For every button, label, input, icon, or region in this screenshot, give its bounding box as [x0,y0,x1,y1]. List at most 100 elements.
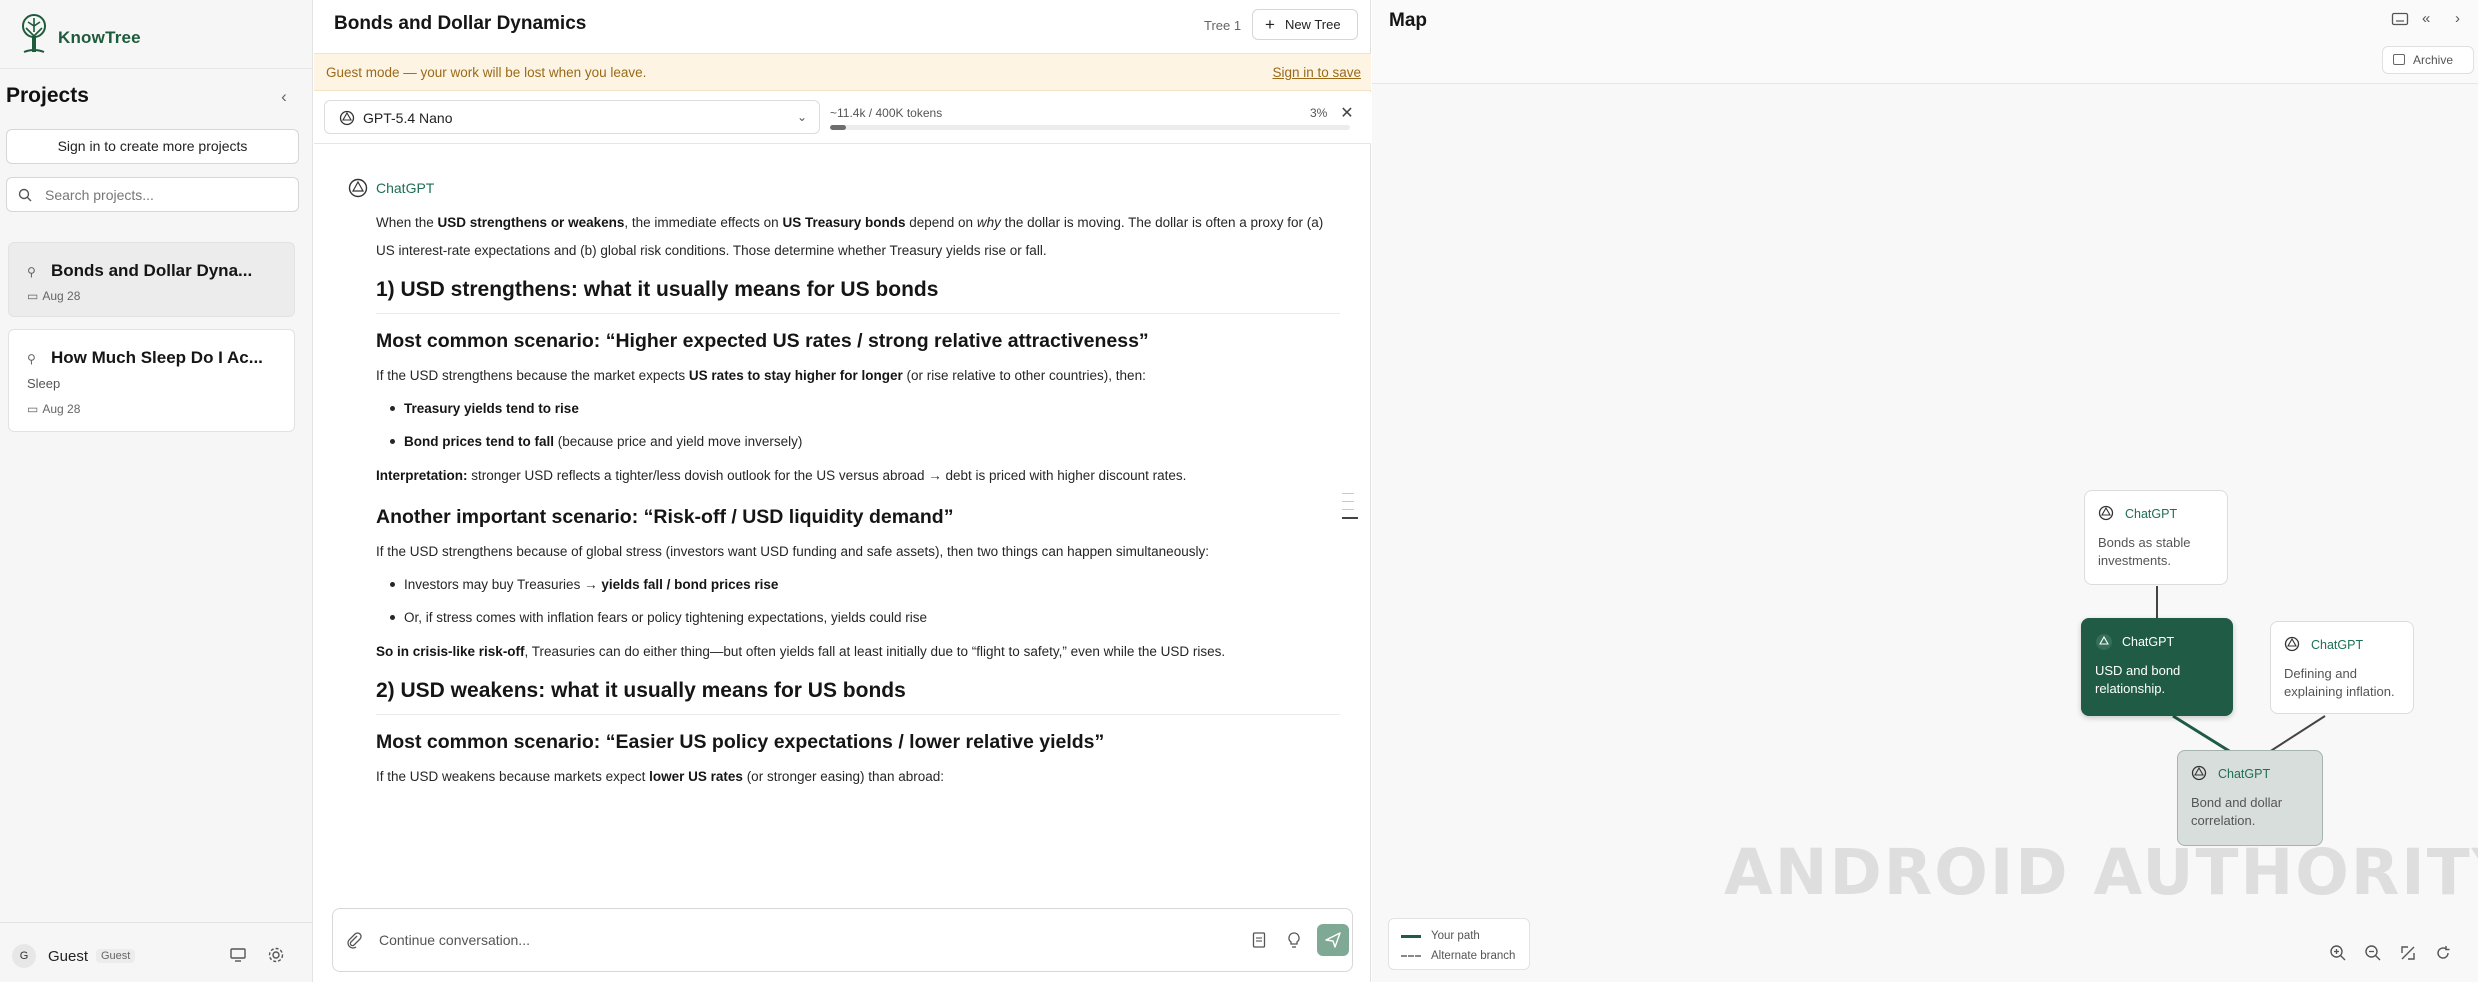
token-usage-percent: 3% [1310,106,1328,120]
message-author: ChatGPT [376,180,435,196]
send-button[interactable] [1317,924,1349,956]
fit-view-icon[interactable] [2398,943,2418,963]
list-item: Treasury yields tend to rise [390,392,1340,425]
document-button[interactable] [1251,931,1271,951]
document-icon [1252,932,1266,948]
composer-input[interactable] [379,909,1079,971]
map-node-bonds-stable[interactable]: ChatGPT Bonds as stable investments. [2084,490,2228,585]
zoom-out-icon[interactable] [2363,943,2383,963]
project-subtitle: Sleep [27,376,61,391]
openai-icon [2096,634,2112,650]
sidebar: KnowTree Projects ‹ Sign in to create mo… [0,0,313,982]
search-input[interactable] [45,178,290,211]
send-icon [1325,932,1341,948]
node-summary: Bond and dollar correlation. [2191,795,2283,828]
display-mode-button[interactable] [229,946,249,966]
subsection-heading: Most common scenario: “Easier US policy … [376,731,1105,753]
tree-icon: ⚲ [27,352,36,366]
message-list[interactable]: ChatGPT When the USD strengthens or weak… [314,145,1371,880]
outline-marker-active[interactable] [1342,517,1358,519]
map-legend: Your path Alternate branch [1388,918,1530,970]
section-heading: 2) USD weakens: what it usually means fo… [376,676,1340,715]
tree-logo-icon [22,14,46,53]
project-card-sleep[interactable]: ⚲ How Much Sleep Do I Ac... Sleep ▭ Aug … [8,329,295,432]
project-date-text: Aug 28 [42,289,81,303]
close-button[interactable]: ✕ [1338,105,1356,123]
map-panel[interactable]: Map « › Archive ChatGPT Bonds as stable … [1372,0,2478,982]
calendar-icon: ▭ [27,402,39,416]
legend-your-path: Your path [1401,930,1480,942]
paperclip-icon [347,932,362,949]
model-name: GPT-5.4 Nano [363,110,453,126]
outline-marker[interactable] [1342,509,1354,510]
zoom-in-icon[interactable] [2328,943,2348,963]
map-edge-active [2172,714,2235,756]
new-tree-button[interactable]: + New Tree [1252,9,1358,40]
token-usage-text: ~11.4k / 400K tokens [830,106,943,120]
token-usage-fill [830,125,846,130]
map-node-bond-dollar[interactable]: ChatGPT Bond and dollar correlation. [2177,750,2323,846]
project-date-text: Aug 28 [42,402,81,416]
map-node-usd-bond[interactable]: ChatGPT USD and bond relationship. [2081,618,2233,716]
user-role-badge: Guest [96,949,136,963]
avatar[interactable]: G [12,944,36,968]
tree-label[interactable]: Tree 1 [1204,18,1241,33]
message-paragraph: Interpretation: stronger USD reflects a … [376,468,1187,483]
app-name: KnowTree [58,28,141,47]
map-node-inflation[interactable]: ChatGPT Defining and explaining inflatio… [2270,621,2414,714]
openai-icon [2284,636,2300,652]
projects-heading: Projects [6,84,89,107]
suggestion-button[interactable] [1286,931,1306,951]
project-search [6,177,299,212]
outline-marker[interactable] [1342,493,1354,494]
app-logo[interactable]: KnowTree [14,8,141,58]
gear-icon [268,947,284,963]
project-title: How Much Sleep Do I Ac... [51,348,263,367]
guest-warning-text: Guest mode — your work will be lost when… [326,65,647,80]
legend-label: Alternate branch [1431,950,1516,962]
assistant-message: When the USD strengthens or weakens, the… [376,209,1340,793]
chevron-left-icon: ‹ [281,87,287,106]
monitor-icon [230,948,246,962]
close-icon: ✕ [1340,105,1354,122]
project-card-bonds[interactable]: ⚲ Bonds and Dollar Dyna... ▭ Aug 28 [8,242,295,317]
outline-scroll-markers[interactable] [1342,493,1358,526]
reset-view-icon[interactable] [2433,943,2453,963]
project-title: Bonds and Dollar Dyna... [51,261,253,280]
subsection-heading: Another important scenario: “Risk-off / … [376,506,954,528]
model-select[interactable]: GPT-5.4 Nano ⌄ [324,100,820,134]
bullet-list: Treasury yields tend to rise Bond prices… [376,392,1340,458]
attach-button[interactable] [345,931,365,951]
list-item: Bond prices tend to fall (because price … [390,425,1340,458]
divider [0,922,313,923]
dashed-line-icon [1401,955,1421,957]
node-summary: Defining and explaining inflation. [2284,666,2395,699]
list-item: Or, if stress comes with inflation fears… [390,601,1340,634]
settings-button[interactable] [267,946,287,966]
sign-in-create-projects-button[interactable]: Sign in to create more projects [6,129,299,164]
node-author: ChatGPT [2125,507,2178,521]
model-toolbar: GPT-5.4 Nano ⌄ ~11.4k / 400K tokens 3% ✕ [314,92,1371,144]
calendar-icon: ▭ [27,289,39,303]
new-tree-label: New Tree [1284,17,1341,32]
sign-in-to-save-link[interactable]: Sign in to save [1272,65,1361,80]
openai-icon [2098,505,2114,521]
openai-icon [2191,765,2207,781]
node-author: ChatGPT [2218,767,2271,781]
message-paragraph: So in crisis-like risk-off, Treasuries c… [376,644,1226,659]
project-date: ▭ Aug 28 [27,402,80,416]
message-paragraph: When the USD strengthens or weakens, the… [376,215,1324,258]
collapse-sidebar-button[interactable]: ‹ [274,88,294,108]
outline-marker[interactable] [1342,501,1354,502]
divider [0,68,313,69]
token-usage-bar [830,125,1350,130]
legend-label: Your path [1431,930,1480,942]
tree-icon: ⚲ [27,265,36,279]
list-item: Investors may buy Treasuries → yields fa… [390,568,1340,601]
guest-mode-banner: Guest mode — your work will be lost when… [314,53,1371,91]
section-heading: 1) USD strengthens: what it usually mean… [376,275,1340,314]
map-edge [2265,715,2326,755]
chat-panel: Bonds and Dollar Dynamics Tree 1 + New Tr… [314,0,1371,982]
node-author: ChatGPT [2122,635,2175,649]
watermark: ANDROID AUTHORITY [1724,836,2478,909]
